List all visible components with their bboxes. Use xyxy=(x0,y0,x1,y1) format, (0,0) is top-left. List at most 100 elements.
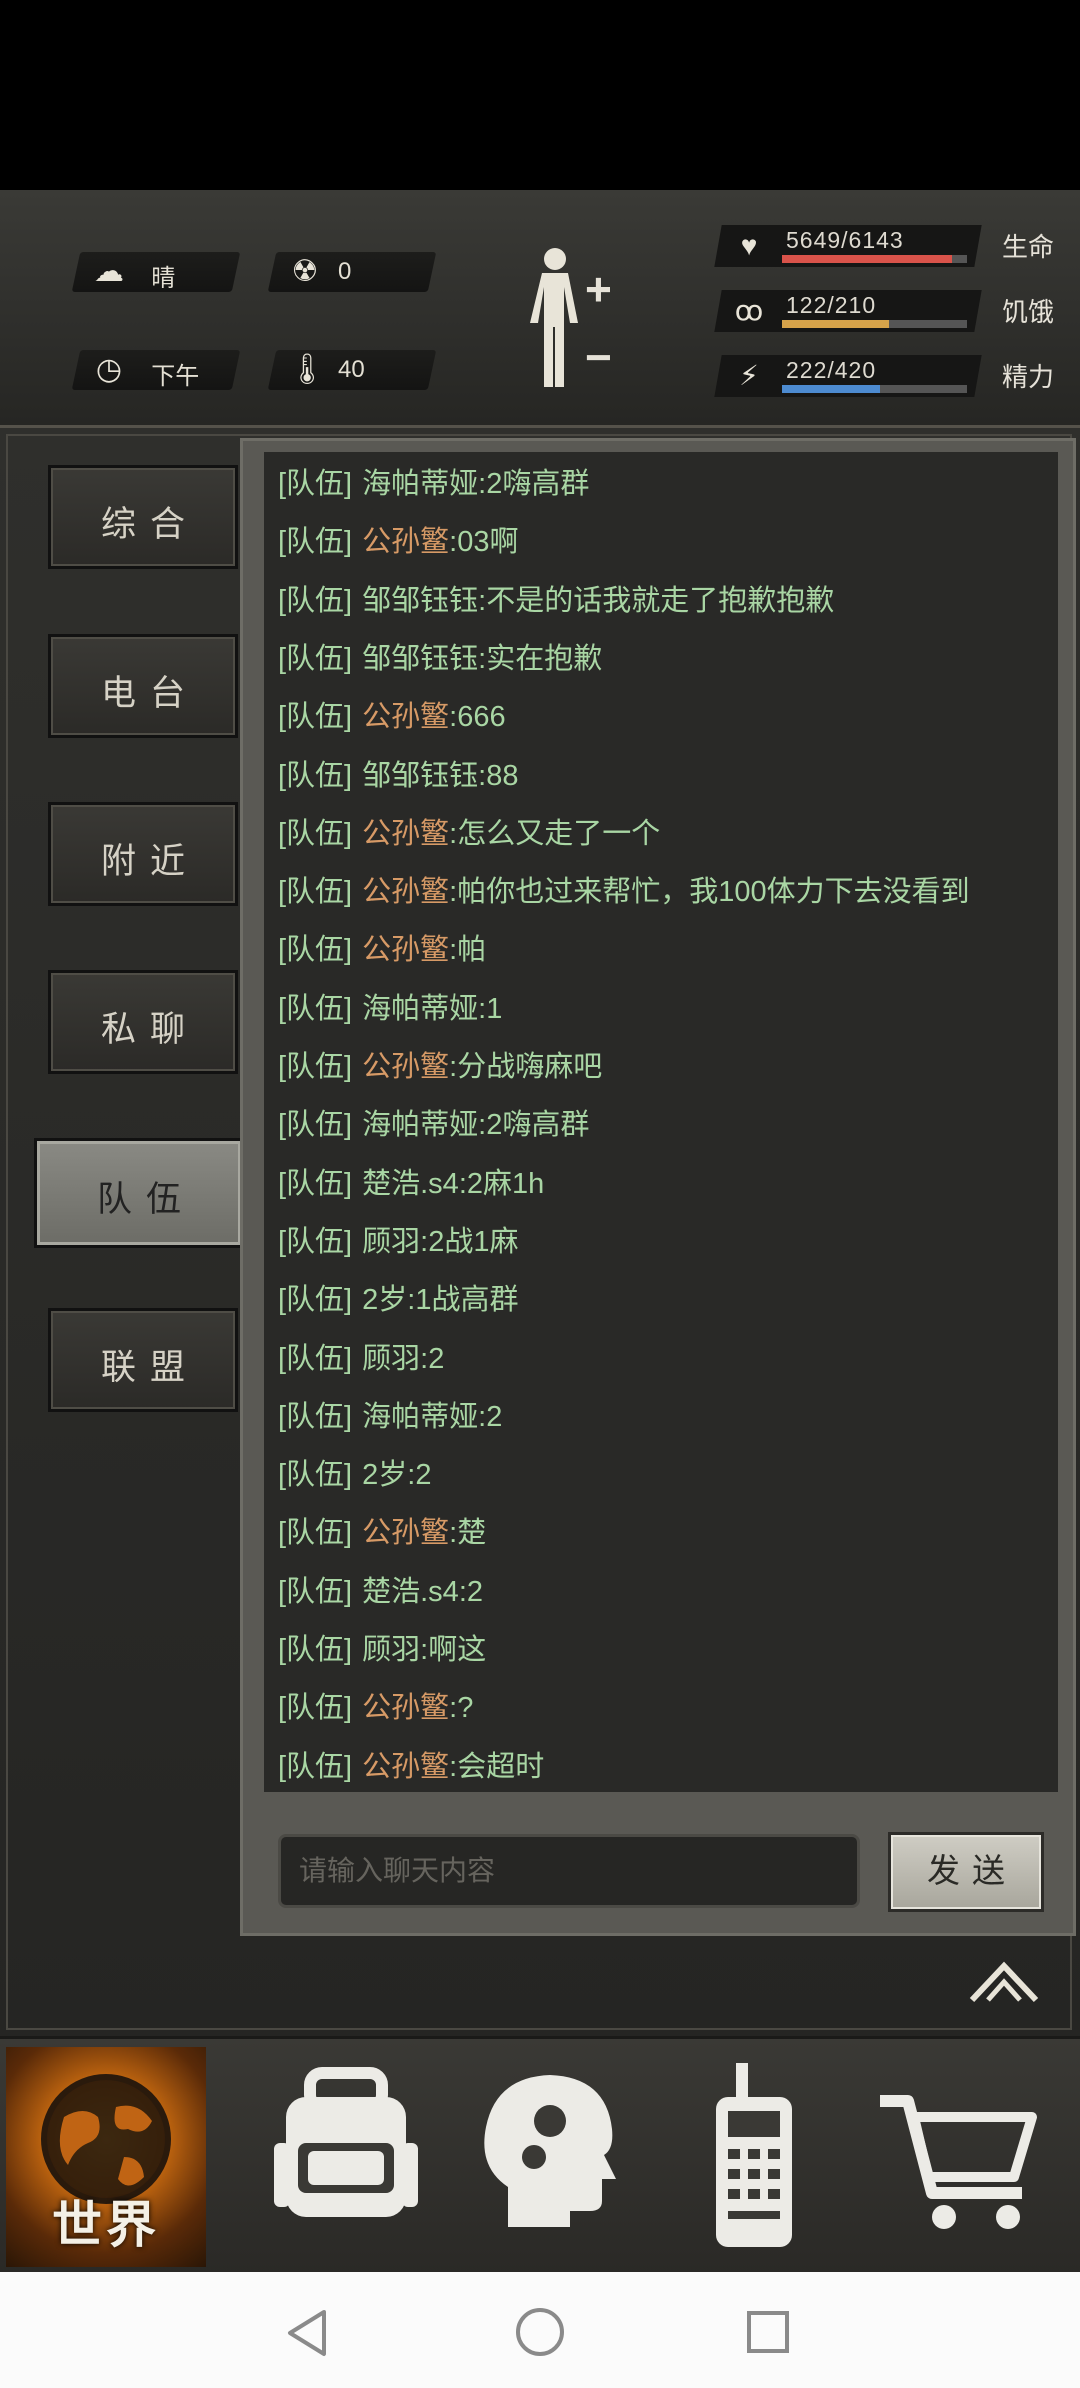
channel-tag: [队伍] xyxy=(278,1459,353,1492)
message-text: :1战高群 xyxy=(407,1284,519,1317)
sender-name[interactable]: 海帕蒂娅 xyxy=(362,993,478,1025)
sender-name[interactable]: 顾羽 xyxy=(362,1634,420,1666)
sender-name[interactable]: 邹邹钰钰 xyxy=(362,643,478,675)
thermometer-icon: 🌡 xyxy=(288,353,327,386)
chat-message: [队伍] 海帕蒂娅:2嗨高群 xyxy=(278,460,589,502)
back-icon[interactable] xyxy=(284,2308,330,2358)
channel-tag: [队伍] xyxy=(278,526,353,559)
sender-name[interactable]: 公孙鳘 xyxy=(362,818,449,850)
weather-pill: ☁ 晴 xyxy=(71,252,241,292)
heart-rate-icon: ♥ xyxy=(740,230,758,261)
sender-name[interactable]: 海帕蒂娅 xyxy=(362,1401,478,1433)
sender-name[interactable]: 楚浩.s4 xyxy=(362,1168,459,1200)
chat-message: [队伍] 公孙鳘:666 xyxy=(278,693,506,735)
body-minus-icon[interactable]: − xyxy=(585,330,612,384)
channel-tag: [队伍] xyxy=(278,1692,353,1725)
message-text: :会超时 xyxy=(449,1750,545,1783)
sender-name[interactable]: 公孙鳘 xyxy=(362,1517,449,1549)
skills-head-icon[interactable] xyxy=(448,2047,648,2267)
chat-message: [队伍] 海帕蒂娅:2 xyxy=(278,1393,502,1435)
tab-team[interactable]: 队伍 xyxy=(34,1138,244,1248)
sender-name[interactable]: 邹邹钰钰 xyxy=(362,585,478,617)
health-value: 5649/6143 xyxy=(786,227,904,253)
channel-tag: [队伍] xyxy=(278,584,353,617)
message-text: :怎么又走了一个 xyxy=(449,817,661,850)
chat-message: [队伍] 海帕蒂娅:2嗨高群 xyxy=(278,1101,589,1143)
tab-private[interactable]: 私聊 xyxy=(48,970,238,1074)
tab-alliance[interactable]: 联盟 xyxy=(48,1308,238,1412)
send-button[interactable]: 发送 xyxy=(888,1832,1044,1912)
sender-name[interactable]: 公孙鳘 xyxy=(362,526,449,558)
channel-tag: [队伍] xyxy=(278,1342,353,1375)
channel-tag: [队伍] xyxy=(278,759,353,792)
health-bar xyxy=(782,255,967,263)
message-text: :帕你也过来帮忙，我100体力下去没看到 xyxy=(449,876,970,909)
message-text: :2 xyxy=(478,1400,503,1433)
sender-name[interactable]: 顾羽 xyxy=(362,1343,420,1375)
nav-world[interactable]: 世界 xyxy=(6,2047,206,2267)
channel-tag: [队伍] xyxy=(278,992,353,1025)
chat-message: [队伍] 公孙鳘:帕 xyxy=(278,926,486,968)
sender-name[interactable]: 2岁 xyxy=(362,1459,407,1491)
body-plus-icon[interactable]: + xyxy=(585,262,612,316)
hunger-bar xyxy=(782,320,967,328)
walkie-talkie-icon[interactable] xyxy=(654,2047,854,2267)
sender-name[interactable]: 公孙鳘 xyxy=(362,876,449,908)
channel-tag: [队伍] xyxy=(278,1109,353,1142)
message-text: :2嗨高群 xyxy=(478,1109,590,1142)
radiation-icon: ☢ xyxy=(291,255,319,288)
sender-name[interactable]: 海帕蒂娅 xyxy=(362,468,478,500)
sender-name[interactable]: 公孙鳘 xyxy=(362,701,449,733)
time-pill: ◷ 下午 xyxy=(71,350,241,390)
chat-input-field[interactable] xyxy=(278,1834,860,1908)
channel-tag: [队伍] xyxy=(278,1284,353,1317)
home-icon[interactable] xyxy=(514,2306,566,2358)
time-of-day: 下午 xyxy=(151,363,200,390)
backpack-icon[interactable] xyxy=(246,2047,446,2267)
message-text: :666 xyxy=(449,701,506,734)
message-list[interactable]: [队伍] 海帕蒂娅:2嗨高群 [队伍] 公孙鳘:03啊 [队伍] 邹邹钰钰:不是的话我就走… xyxy=(264,452,1058,1792)
recents-icon[interactable] xyxy=(746,2310,790,2354)
chat-message: [队伍] 邹邹钰钰:88 xyxy=(278,752,518,794)
sender-name[interactable]: 公孙鳘 xyxy=(362,1751,449,1783)
sender-name[interactable]: 公孙鳘 xyxy=(362,934,449,966)
tab-radio[interactable]: 电台 xyxy=(48,634,238,738)
chat-message: [队伍] 邹邹钰钰:不是的话我就走了抱歉抱歉 xyxy=(278,577,834,619)
sender-name[interactable]: 邹邹钰钰 xyxy=(362,760,478,792)
sender-name[interactable]: 2岁 xyxy=(362,1284,407,1316)
tab-general[interactable]: 综合 xyxy=(48,465,238,569)
tab-nearby[interactable]: 附近 xyxy=(48,802,238,906)
sender-name[interactable]: 公孙鳘 xyxy=(362,1051,449,1083)
sender-name[interactable]: 顾羽 xyxy=(362,1226,420,1258)
sender-name[interactable]: 公孙鳘 xyxy=(362,1692,449,1724)
channel-tag: [队伍] xyxy=(278,817,353,850)
sender-name[interactable]: 楚浩.s4 xyxy=(362,1576,459,1608)
temperature-pill: 🌡 40 xyxy=(267,350,437,390)
channel-tag: [队伍] xyxy=(278,1225,353,1258)
chat-message: [队伍] 顾羽:啊这 xyxy=(278,1626,486,1668)
hunger-value: 122/210 xyxy=(786,292,877,318)
system-navigation-bar xyxy=(0,2272,1080,2388)
nav-world-label: 世界 xyxy=(52,2197,160,2253)
weather-cloud-sun-icon: ☁ xyxy=(94,255,124,288)
energy-label: 精力 xyxy=(1001,362,1054,392)
stat-health: ♥ 5649/6143 生命 xyxy=(714,225,1064,267)
message-text: :不是的话我就走了抱歉抱歉 xyxy=(478,584,835,617)
channel-tag: [队伍] xyxy=(278,1634,353,1666)
shopping-cart-icon[interactable] xyxy=(860,2047,1060,2267)
chat-message: [队伍] 邹邹钰钰:实在抱歉 xyxy=(278,635,602,677)
channel-tag: [队伍] xyxy=(278,1167,353,1200)
weather-text: 晴 xyxy=(151,265,176,292)
tab-label: 联盟 xyxy=(100,1348,199,1387)
message-text: :2 xyxy=(407,1459,432,1492)
channel-tag: [队伍] xyxy=(278,934,353,967)
collapse-up-icon[interactable] xyxy=(968,1960,1040,2004)
status-bar-area xyxy=(0,0,1080,190)
stat-energy: ⚡ 222/420 精力 xyxy=(714,355,1064,397)
channel-tag: [队伍] xyxy=(278,701,353,734)
chat-input[interactable] xyxy=(281,1837,857,1905)
sender-name[interactable]: 海帕蒂娅 xyxy=(362,1109,478,1141)
body-status-icon[interactable] xyxy=(520,245,590,395)
chat-message: [队伍] 2岁:1战高群 xyxy=(278,1276,518,1318)
stat-hunger: ꝏ 122/210 饥饿 xyxy=(714,290,1064,332)
